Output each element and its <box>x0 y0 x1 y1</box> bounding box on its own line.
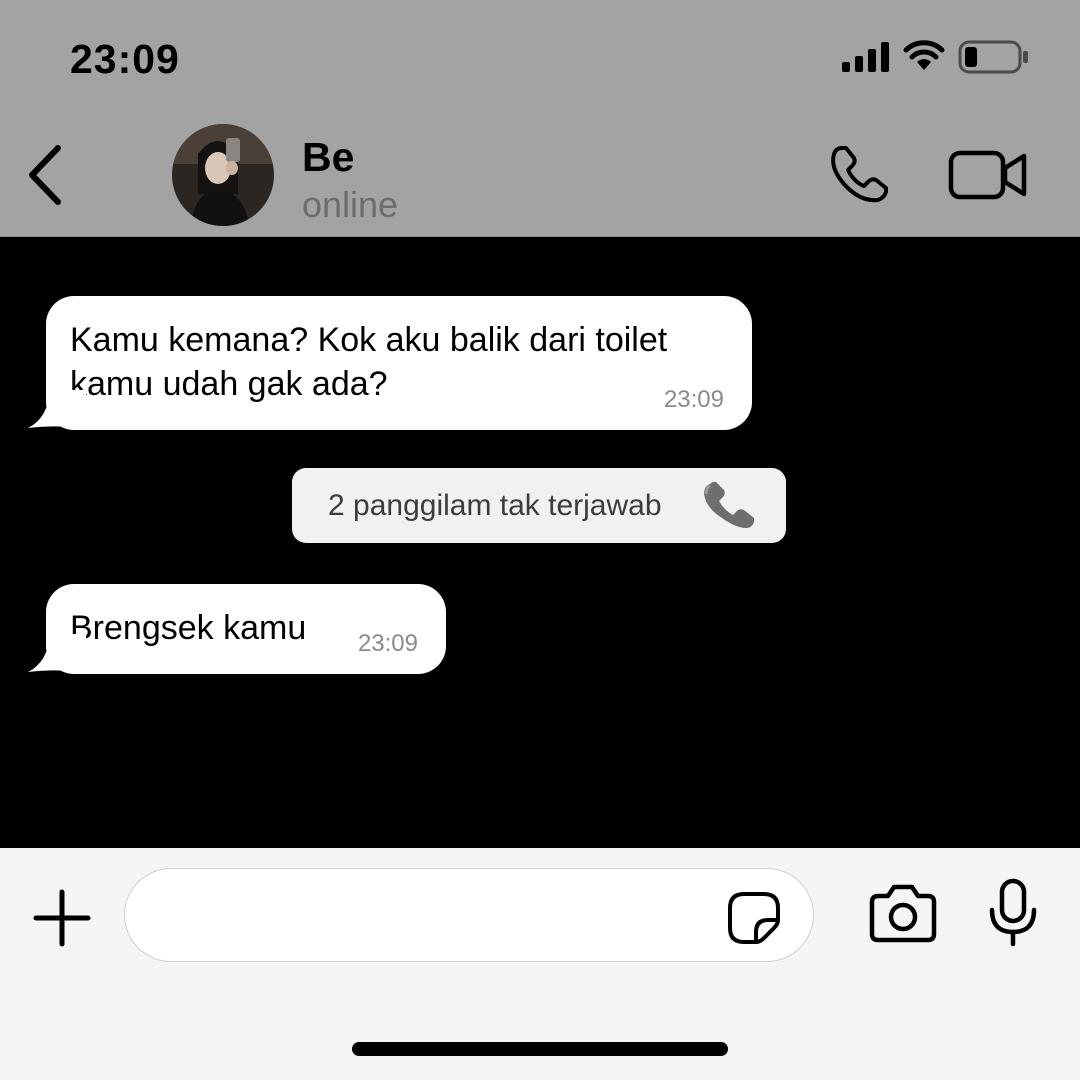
wifi-icon <box>903 40 945 70</box>
avatar[interactable] <box>172 124 274 226</box>
message-text: Kamu kemana? Kok aku balik dari toilet k… <box>70 321 668 403</box>
incoming-message[interactable]: Brengsek kamu 23:09 <box>46 584 446 674</box>
plus-icon[interactable] <box>32 888 92 948</box>
chat-header-bar: 23:09 Be online <box>0 0 1080 237</box>
signal-icon <box>842 42 889 72</box>
incoming-message[interactable]: Kamu kemana? Kok aku balik dari toilet k… <box>46 296 752 430</box>
message-time: 23:09 <box>357 630 418 657</box>
telephone-receiver-icon <box>704 481 754 528</box>
back-chevron-icon[interactable] <box>20 140 70 210</box>
missed-calls-label: 2 panggilam tak terjawab <box>328 489 662 522</box>
contact-status: online <box>302 184 399 225</box>
status-time: 23:09 <box>70 36 180 82</box>
microphone-icon[interactable] <box>986 878 1040 948</box>
missed-calls-notice[interactable]: 2 panggilam tak terjawab <box>292 468 786 543</box>
sticker-icon[interactable] <box>726 890 782 946</box>
home-indicator[interactable] <box>352 1042 728 1056</box>
camera-icon[interactable] <box>868 882 938 944</box>
message-time: 23:09 <box>663 386 724 413</box>
message-input[interactable] <box>124 868 814 962</box>
bubble-tail <box>28 390 86 430</box>
bubble-tail <box>28 634 86 674</box>
video-camera-icon[interactable] <box>948 148 1028 202</box>
phone-icon[interactable] <box>826 142 896 206</box>
battery-icon <box>958 40 1028 74</box>
message-text: Brengsek kamu <box>70 609 307 647</box>
contact-name[interactable]: Be <box>302 134 354 181</box>
